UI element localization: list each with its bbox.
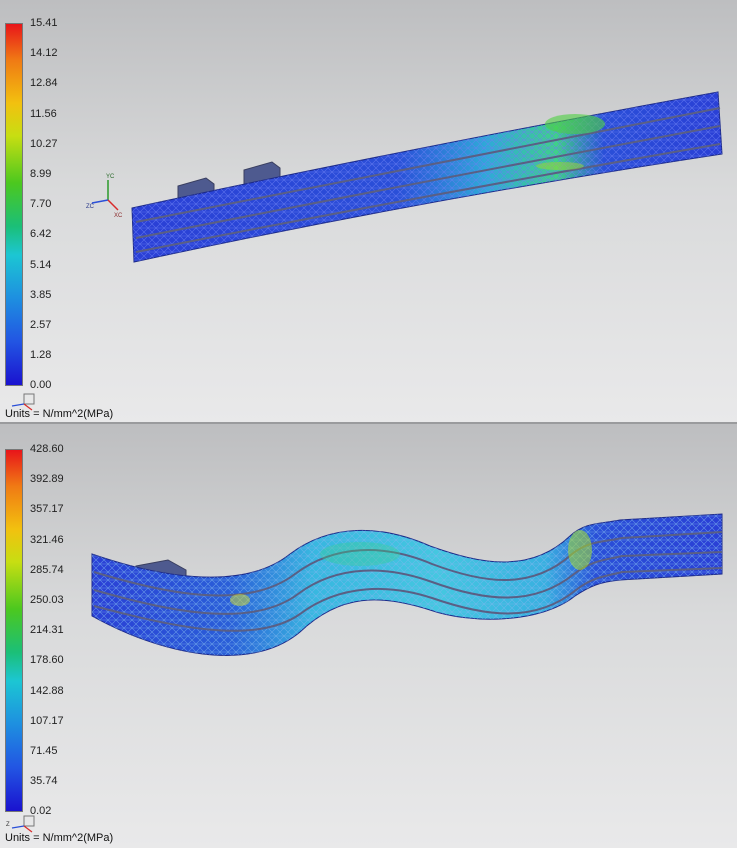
stress-hotspot [568,530,592,570]
deformed-beam-model[interactable] [0,424,737,848]
svg-text:Z: Z [6,822,10,828]
svg-text:XC: XC [114,213,123,219]
coordinate-triad-icon: YC ZC XC [86,174,123,219]
top-result-panel: 15.41 14.12 12.84 11.56 10.27 8.99 7.70 6.42 5.1… [0,0,737,422]
svg-text:YC: YC [106,174,115,180]
svg-text:ZC: ZC [86,204,95,210]
units-label-top: Units = N/mm^2(MPa) [5,408,114,420]
stress-hotspot [545,114,605,134]
view-triad-icon: Z [6,815,35,833]
units-label-bottom: Units = N/mm^2(MPa) [5,832,114,844]
bottom-result-panel: 428.60 392.89 357.17 321.46 285.74 250.03 214.… [0,424,737,848]
